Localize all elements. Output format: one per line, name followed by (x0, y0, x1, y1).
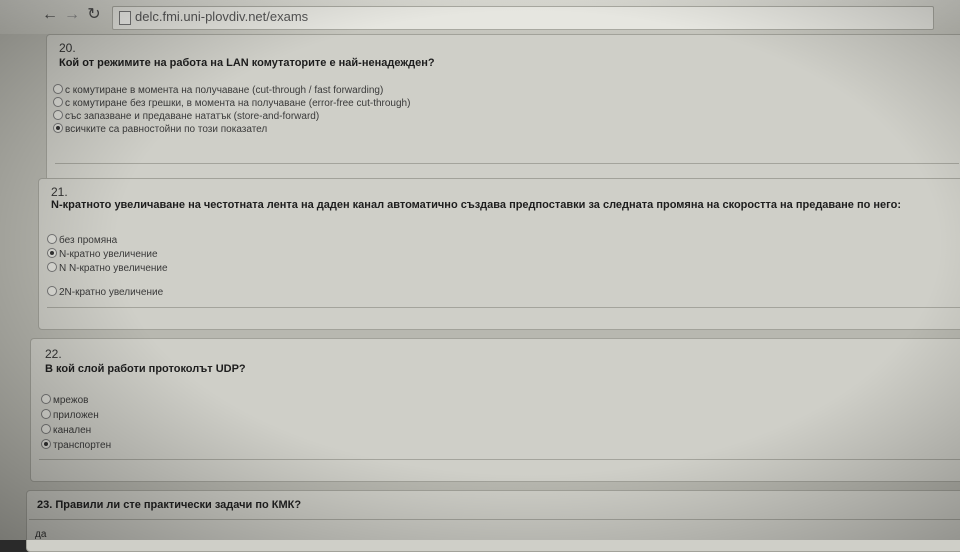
radio-button[interactable] (53, 97, 63, 108)
question-card-21: 21. N-кратното увеличаване на честотната… (38, 178, 960, 330)
page-content: 20. Кой от режимите на работа на LAN ком… (0, 34, 960, 552)
option[interactable]: без промяна (47, 234, 117, 246)
question-card-22: 22. В кой слой работи протоколът UDP? мр… (30, 338, 960, 482)
radio-button[interactable] (53, 110, 63, 121)
url-text: delc.fmi.uni-plovdiv.net/exams (135, 9, 309, 24)
radio-button[interactable] (53, 84, 63, 95)
question-card-23: 23. Правили ли сте практически задачи по… (26, 490, 960, 552)
option[interactable]: 2N-кратно увеличение (47, 286, 163, 298)
option[interactable]: с комутиране без грешки, в момента на по… (53, 97, 410, 109)
option[interactable]: приложен (41, 409, 99, 421)
question-text: В кой слой работи протоколът UDP? (45, 363, 246, 375)
option[interactable]: със запазване и предаване нататък (store… (53, 110, 319, 122)
option[interactable]: с комутиране в момента на получаване (cu… (53, 84, 383, 96)
question-number: 22. (45, 347, 62, 361)
radio-button[interactable] (41, 394, 51, 405)
radio-button[interactable] (41, 409, 51, 420)
option[interactable]: транспортен (41, 439, 111, 451)
browser-toolbar: ← → ↻ delc.fmi.uni-plovdiv.net/exams (0, 0, 960, 35)
radio-button[interactable] (47, 262, 57, 273)
option[interactable]: N-кратно увеличение (47, 248, 158, 260)
arrow-right-icon[interactable]: → (62, 5, 82, 25)
browser-window: ← → ↻ delc.fmi.uni-plovdiv.net/exams 20.… (0, 0, 960, 552)
option[interactable]: всичките са равностойни по този показате… (53, 123, 267, 135)
option[interactable]: канален (41, 424, 91, 436)
question-text: N-кратното увеличаване на честотната лен… (51, 199, 901, 211)
radio-button[interactable] (47, 286, 57, 297)
question-number: 20. (59, 41, 76, 55)
arrow-left-icon[interactable]: ← (40, 5, 60, 25)
option[interactable]: мрежов (41, 394, 88, 406)
question-text: Кой от режимите на работа на LAN комутат… (59, 57, 435, 69)
answer-text: да (35, 529, 47, 540)
question-title: 23. Правили ли сте практически задачи по… (37, 499, 302, 511)
question-number: 21. (51, 185, 68, 199)
address-bar[interactable]: delc.fmi.uni-plovdiv.net/exams (112, 6, 934, 30)
reload-icon[interactable]: ↻ (84, 5, 104, 25)
question-card-20: 20. Кой от режимите на работа на LAN ком… (46, 34, 960, 192)
radio-button-selected[interactable] (41, 439, 51, 450)
page-icon (119, 11, 131, 25)
radio-button[interactable] (47, 234, 57, 245)
radio-button-selected[interactable] (53, 123, 63, 134)
divider (29, 519, 960, 520)
divider (39, 459, 960, 460)
radio-button-selected[interactable] (47, 248, 57, 259)
divider (55, 163, 959, 164)
divider (47, 307, 960, 308)
option[interactable]: N N-кратно увеличение (47, 262, 168, 274)
radio-button[interactable] (41, 424, 51, 435)
